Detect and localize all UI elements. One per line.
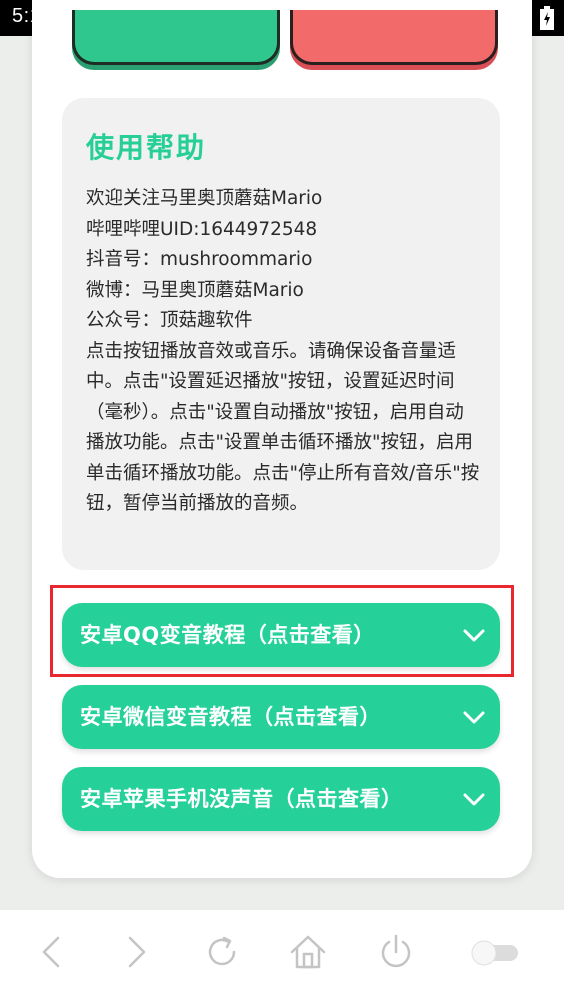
chevron-down-icon <box>463 793 485 806</box>
tutorial-wechat-accordion[interactable]: 安卓微信变音教程（点击查看） <box>62 685 500 749</box>
tutorial-no-sound-accordion[interactable]: 安卓苹果手机没声音（点击查看） <box>62 767 500 831</box>
chevron-down-icon <box>463 711 485 724</box>
help-title: 使用帮助 <box>86 131 207 164</box>
help-section: 使用帮助 欢迎关注马里奥顶蘑菇Mario 哔哩哔哩UID:1644972548 … <box>62 98 500 570</box>
red-action-button[interactable] <box>290 10 498 65</box>
back-icon[interactable] <box>32 932 72 972</box>
battery-icon <box>540 6 554 30</box>
accordion-label: 安卓苹果手机没声音（点击查看） <box>80 787 403 811</box>
help-text: 欢迎关注马里奥顶蘑菇Mario 哔哩哔哩UID:1644972548 抖音号：m… <box>86 188 480 514</box>
refresh-icon[interactable] <box>202 932 242 972</box>
forward-icon[interactable] <box>116 932 156 972</box>
main-card: 使用帮助 欢迎关注马里奥顶蘑菇Mario 哔哩哔哩UID:1644972548 … <box>32 0 532 878</box>
green-action-button[interactable] <box>72 10 280 65</box>
power-icon[interactable] <box>376 932 416 972</box>
toggle-switch[interactable] <box>466 932 522 972</box>
highlight-box <box>50 585 514 677</box>
accordion-label: 安卓微信变音教程（点击查看） <box>80 705 381 729</box>
browser-nav-bar <box>0 910 564 992</box>
home-icon[interactable] <box>288 932 328 972</box>
